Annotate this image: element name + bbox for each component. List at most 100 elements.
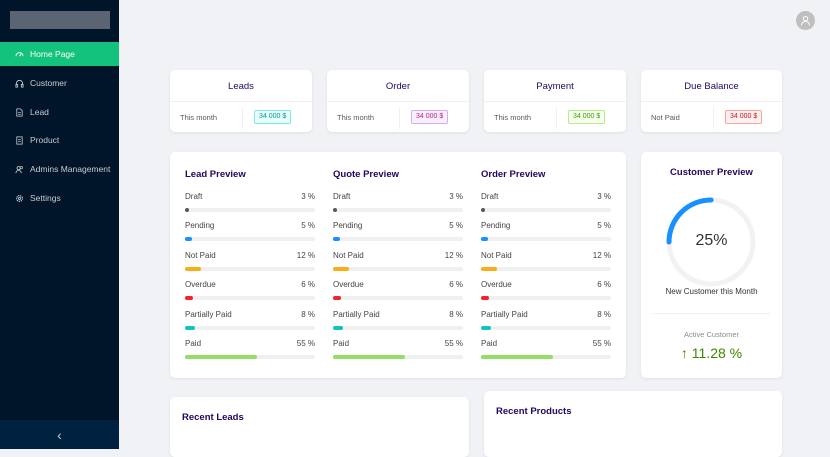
- sidebar-item-label: Home Page: [30, 49, 75, 59]
- progress-fill: [333, 237, 340, 242]
- progress-fill: [333, 325, 344, 330]
- progress-fill: [185, 237, 192, 242]
- sidebar-item-home-page[interactable]: Home Page: [0, 42, 119, 66]
- status-percent: 12 %: [444, 250, 463, 260]
- stat-title: Leads: [228, 81, 254, 92]
- stat-value-badge: 34 000 $: [254, 110, 292, 124]
- divider: [641, 101, 782, 102]
- dashboard-icon: [12, 47, 26, 61]
- divider: [653, 313, 770, 314]
- progress-fill: [333, 266, 349, 271]
- status-label: Pending: [481, 221, 511, 231]
- sidebar-item-product[interactable]: Product: [0, 128, 119, 152]
- status-percent: 3 %: [449, 192, 463, 201]
- stat-value-badge: 34 000 $: [568, 110, 606, 124]
- progress-track: [481, 237, 611, 242]
- progress-fill: [481, 208, 485, 212]
- status-label: Overdue: [333, 280, 364, 290]
- user-avatar[interactable]: [796, 11, 815, 30]
- progress-track: [481, 296, 611, 301]
- status-label: Partially Paid: [333, 309, 380, 319]
- status-label: Not Paid: [481, 250, 512, 260]
- customer-preview-title: Customer Preview: [670, 167, 753, 178]
- gauge-percent: 25%: [695, 232, 728, 249]
- progress-track: [185, 355, 315, 359]
- progress-track: [185, 325, 315, 330]
- stat-card-due-balance: Due Balance Not Paid 34 000 $: [641, 70, 782, 132]
- status-label: Partially Paid: [185, 309, 232, 319]
- active-customer-value: ↑ 11.28 %: [641, 345, 782, 361]
- progress-fill: [333, 296, 341, 301]
- chevron-left-icon: ‹: [57, 426, 62, 443]
- recent-leads-title: Recent Leads: [182, 412, 244, 423]
- status-label: Partially Paid: [481, 309, 528, 319]
- sidebar-item-admins-management[interactable]: Admins Management: [0, 157, 119, 181]
- progress-fill: [481, 355, 553, 359]
- progress-fill: [185, 325, 196, 330]
- status-label: Draft: [481, 192, 499, 201]
- sidebar-item-label: Settings: [30, 193, 61, 203]
- progress-fill: [185, 208, 189, 212]
- progress-fill: [333, 208, 337, 212]
- status-percent: 8 %: [597, 309, 611, 319]
- progress-track: [481, 355, 611, 359]
- status-percent: 12 %: [296, 250, 315, 260]
- status-label: Not Paid: [185, 250, 216, 260]
- status-percent: 5 %: [449, 221, 463, 231]
- status-percent: 8 %: [449, 309, 463, 319]
- status-percent: 3 %: [597, 192, 611, 201]
- status-label: Overdue: [481, 280, 512, 290]
- customer-preview-card: Customer Preview 25% New Customer this M…: [641, 152, 782, 378]
- progress-track: [185, 266, 315, 271]
- progress-fill: [185, 296, 193, 301]
- preview-card: Lead Preview Draft 3 % Pending 5 % Not Paid 12…: [170, 152, 626, 378]
- status-percent: 6 %: [449, 280, 463, 290]
- sidebar-item-lead[interactable]: Lead: [0, 100, 119, 124]
- divider: [713, 107, 714, 129]
- progress-track: [481, 266, 611, 271]
- progress-track: [481, 208, 611, 212]
- divider: [484, 101, 626, 102]
- status-percent: 6 %: [301, 280, 315, 290]
- progress-fill: [481, 237, 488, 242]
- status-label: Not Paid: [333, 250, 364, 260]
- stat-label: This month: [337, 113, 375, 122]
- preview-title: Order Preview: [481, 169, 546, 180]
- status-percent: 12 %: [592, 250, 611, 260]
- preview-title: Quote Preview: [333, 169, 399, 180]
- status-label: Pending: [333, 221, 363, 231]
- product-icon: [12, 133, 26, 147]
- divider: [327, 101, 469, 102]
- progress-track: [333, 355, 463, 359]
- progress-track: [333, 296, 463, 301]
- progress-fill: [333, 355, 405, 359]
- logo[interactable]: [10, 11, 110, 29]
- status-percent: 55 %: [592, 339, 611, 348]
- status-percent: 8 %: [301, 309, 315, 319]
- sidebar-item-label: Admins Management: [30, 164, 111, 174]
- collapse-sidebar-button[interactable]: ‹: [0, 420, 119, 449]
- status-percent: 5 %: [597, 221, 611, 231]
- recent-products-title: Recent Products: [496, 406, 572, 417]
- progress-fill: [481, 325, 492, 330]
- stat-title: Order: [385, 81, 411, 92]
- divider: [242, 107, 243, 129]
- sidebar-item-customer[interactable]: Customer: [0, 71, 119, 95]
- status-percent: 55 %: [296, 339, 315, 348]
- status-label: Paid: [333, 339, 350, 348]
- sidebar-item-settings[interactable]: Settings: [0, 186, 119, 210]
- status-percent: 5 %: [301, 221, 315, 231]
- stat-title: Due Balance: [684, 81, 739, 92]
- status-label: Overdue: [185, 280, 216, 290]
- stat-value-badge: 34 000 $: [725, 110, 763, 124]
- sidebar-item-label: Product: [30, 135, 60, 145]
- stat-label: This month: [494, 113, 532, 122]
- active-customer-label: Active Customer: [683, 330, 740, 339]
- gear-icon: [12, 191, 26, 205]
- customer-icon: [12, 76, 26, 90]
- new-customer-label: New Customer this Month: [665, 287, 758, 296]
- preview-title: Lead Preview: [185, 169, 246, 180]
- stat-card-order: Order This month 34 000 $: [327, 70, 469, 132]
- stat-card-payment: Payment This month 34 000 $: [484, 70, 626, 132]
- status-percent: 6 %: [597, 280, 611, 290]
